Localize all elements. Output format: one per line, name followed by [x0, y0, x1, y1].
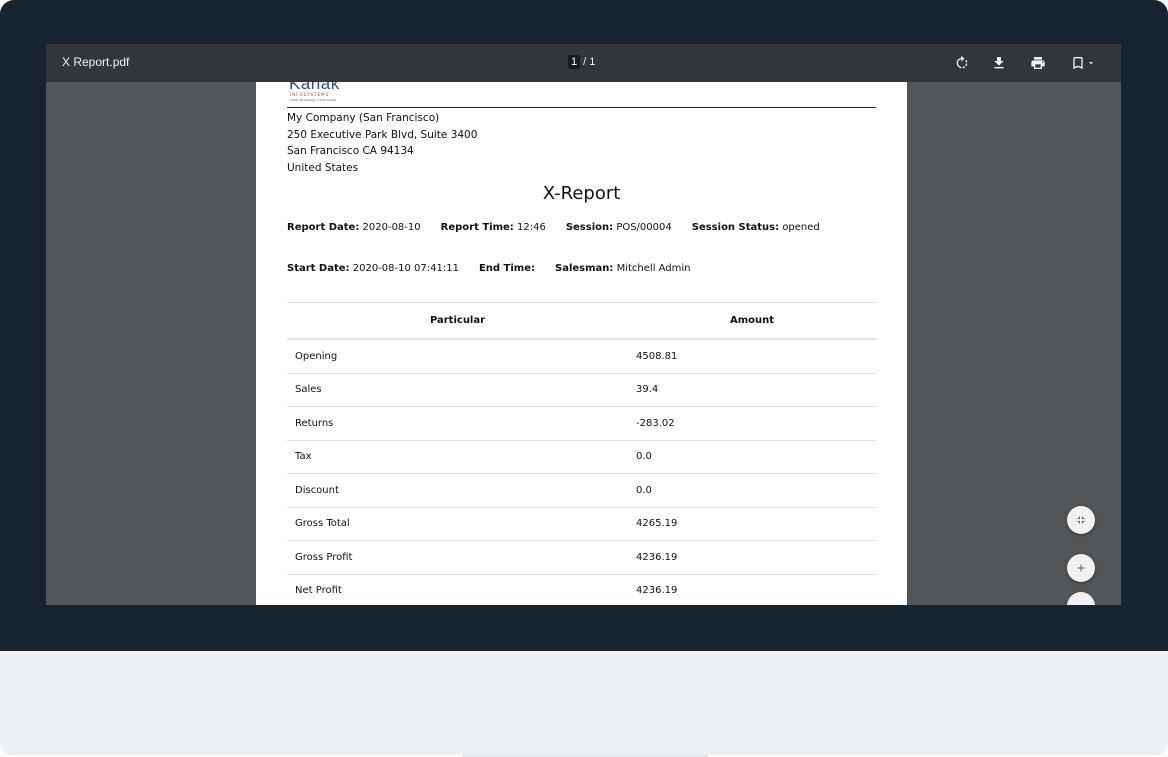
- table-row: Opening 4508.81: [287, 339, 876, 374]
- table-row: Sales 39.4: [287, 373, 876, 407]
- table-header-row: Particular Amount: [287, 302, 876, 340]
- salesman: Salesman: Mitchell Admin: [555, 263, 691, 274]
- pdf-viewer-screen: X Report.pdf 1 / 1 Kanak INFOSYSTEMS Thi…: [46, 44, 1121, 605]
- pdf-page: Kanak INFOSYSTEMS Think Technology, Thin…: [256, 82, 907, 605]
- table-row: Gross Profit 4236.19: [287, 540, 876, 575]
- logo-tagline: Think Technology, Think Kanak: [290, 98, 337, 102]
- table-row: Discount 0.0: [287, 473, 876, 508]
- file-title: X Report.pdf: [62, 55, 130, 69]
- table-row: Gross Total 4265.19: [287, 507, 876, 541]
- chevron-down-icon: [1088, 62, 1094, 65]
- address-line: 250 Executive Park Blvd, Suite 3400: [287, 128, 478, 141]
- session-status: Session Status: opened: [691, 222, 820, 233]
- zoom-in-icon[interactable]: [1067, 554, 1095, 582]
- table-row: Net Profit 4236.19: [287, 574, 876, 605]
- report-meta-row: Start Date: 2020-08-10 07:41:11 End Time…: [287, 263, 876, 274]
- page-separator: /: [583, 56, 587, 68]
- logo-sub: INFOSYSTEMS: [290, 92, 330, 97]
- page-total: 1: [589, 56, 596, 68]
- address-line: My Company (San Francisco): [287, 112, 440, 124]
- monitor-stand: [0, 651, 1168, 755]
- report-date: Report Date: 2020-08-10: [287, 222, 421, 233]
- address-line: United States: [287, 161, 359, 174]
- start-date: Start Date: 2020-08-10 07:41:11: [287, 263, 459, 274]
- print-icon[interactable]: [1028, 53, 1048, 73]
- report-meta-row: Report Date: 2020-08-10 Report Time: 12:…: [287, 222, 876, 233]
- zoom-out-icon[interactable]: [1067, 592, 1095, 605]
- address-line: San Francisco CA 94134: [287, 145, 414, 157]
- rotate-icon[interactable]: [952, 53, 972, 73]
- end-time: End Time:: [478, 263, 535, 274]
- page-counter: 1 / 1: [568, 55, 595, 69]
- viewer-toolbar: X Report.pdf 1 / 1: [46, 44, 1121, 82]
- bookmark-icon[interactable]: [1066, 53, 1100, 73]
- table-row: Tax 0.0: [287, 440, 876, 474]
- download-icon[interactable]: [989, 53, 1009, 73]
- company-logo: Kanak INFOSYSTEMS Think Technology, Thin…: [287, 82, 876, 108]
- document-viewport[interactable]: Kanak INFOSYSTEMS Think Technology, Thin…: [46, 82, 1121, 605]
- table-row: Returns -283.02: [287, 406, 876, 441]
- report-table: Particular Amount Opening 4508.81 Sales 39…: [287, 302, 876, 605]
- session: Session: POS/00004: [565, 222, 672, 233]
- report-time: Report Time: 12:46: [440, 222, 546, 233]
- page-current-input[interactable]: 1: [568, 55, 581, 69]
- fit-page-icon[interactable]: [1067, 506, 1095, 534]
- column-header-amount: Amount: [628, 302, 876, 340]
- page-content: Kanak INFOSYSTEMS Think Technology, Thin…: [287, 82, 876, 605]
- column-header-particular: Particular: [287, 302, 628, 340]
- company-address: My Company (San Francisco) 250 Executive…: [287, 110, 876, 176]
- report-title: X-Report: [542, 183, 621, 204]
